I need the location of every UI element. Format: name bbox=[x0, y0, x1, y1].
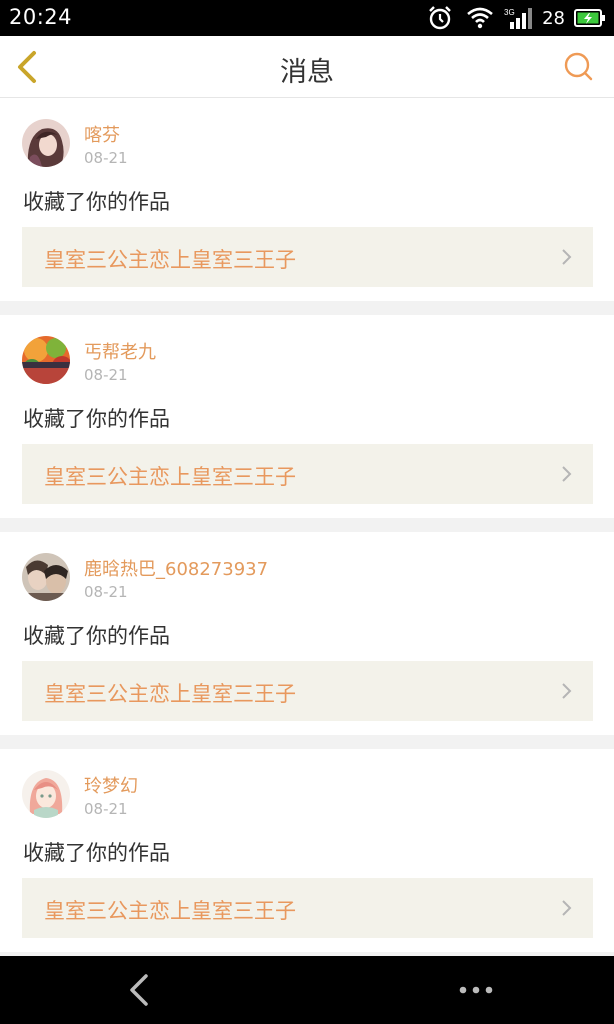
avatar[interactable] bbox=[22, 119, 70, 167]
message-date: 08-21 bbox=[84, 583, 128, 601]
back-icon bbox=[130, 974, 148, 1006]
page-title: 消息 bbox=[280, 57, 334, 88]
message-text: 收藏了你的作品 bbox=[23, 190, 170, 214]
chevron-right-icon bbox=[562, 683, 572, 699]
signal-3g-icon: 3G bbox=[504, 6, 534, 30]
work-link[interactable]: 皇室三公主恋上皇室三王子 bbox=[22, 661, 593, 721]
user-name[interactable]: 鹿晗热巴_608273937 bbox=[84, 555, 268, 581]
list-item: 喀芬 08-21 收藏了你的作品 皇室三公主恋上皇室三王子 bbox=[0, 98, 614, 301]
avatar-image bbox=[22, 119, 70, 167]
header: 消息 bbox=[0, 36, 614, 98]
message-date: 08-21 bbox=[84, 149, 128, 167]
message-date: 08-21 bbox=[84, 800, 128, 818]
nav-more-button[interactable] bbox=[456, 982, 496, 998]
work-title: 皇室三公主恋上皇室三王子 bbox=[44, 248, 296, 272]
message-text: 收藏了你的作品 bbox=[23, 407, 170, 431]
work-link[interactable]: 皇室三公主恋上皇室三王子 bbox=[22, 227, 593, 287]
chevron-right-icon bbox=[562, 249, 572, 265]
search-button[interactable] bbox=[562, 50, 596, 84]
navigation-bar bbox=[0, 956, 614, 1024]
work-link[interactable]: 皇室三公主恋上皇室三王子 bbox=[22, 444, 593, 504]
status-bar: 20:24 3G 28 bbox=[0, 0, 614, 36]
list-item: 丐帮老九 08-21 收藏了你的作品 皇室三公主恋上皇室三王子 bbox=[0, 315, 614, 518]
more-icon bbox=[459, 986, 493, 994]
user-name[interactable]: 喀芬 bbox=[84, 121, 120, 147]
work-title: 皇室三公主恋上皇室三王子 bbox=[44, 899, 296, 923]
avatar[interactable] bbox=[22, 336, 70, 384]
list-item: 玲梦幻 08-21 收藏了你的作品 皇室三公主恋上皇室三王子 bbox=[0, 749, 614, 952]
nav-back-button[interactable] bbox=[124, 972, 156, 1008]
battery-charging-icon bbox=[574, 8, 606, 28]
work-title: 皇室三公主恋上皇室三王子 bbox=[44, 465, 296, 489]
avatar-image bbox=[22, 770, 70, 818]
status-time: 20:24 bbox=[9, 5, 73, 29]
user-name[interactable]: 玲梦幻 bbox=[84, 772, 138, 798]
list-item: 鹿晗热巴_608273937 08-21 收藏了你的作品 皇室三公主恋上皇室三王… bbox=[0, 532, 614, 735]
svg-text:3G: 3G bbox=[504, 8, 515, 17]
avatar-image bbox=[22, 336, 70, 384]
alarm-icon bbox=[426, 4, 454, 32]
battery-level: 28 bbox=[542, 7, 565, 29]
avatar[interactable] bbox=[22, 553, 70, 601]
work-link[interactable]: 皇室三公主恋上皇室三王子 bbox=[22, 878, 593, 938]
message-date: 08-21 bbox=[84, 366, 128, 384]
wifi-icon bbox=[466, 6, 494, 30]
message-text: 收藏了你的作品 bbox=[23, 841, 170, 865]
avatar-image bbox=[22, 553, 70, 601]
user-name[interactable]: 丐帮老九 bbox=[84, 338, 156, 364]
work-title: 皇室三公主恋上皇室三王子 bbox=[44, 682, 296, 706]
avatar[interactable] bbox=[22, 770, 70, 818]
search-icon bbox=[564, 52, 593, 81]
status-icons: 3G 28 bbox=[426, 4, 606, 32]
message-text: 收藏了你的作品 bbox=[23, 624, 170, 648]
chevron-right-icon bbox=[562, 466, 572, 482]
chevron-right-icon bbox=[562, 900, 572, 916]
